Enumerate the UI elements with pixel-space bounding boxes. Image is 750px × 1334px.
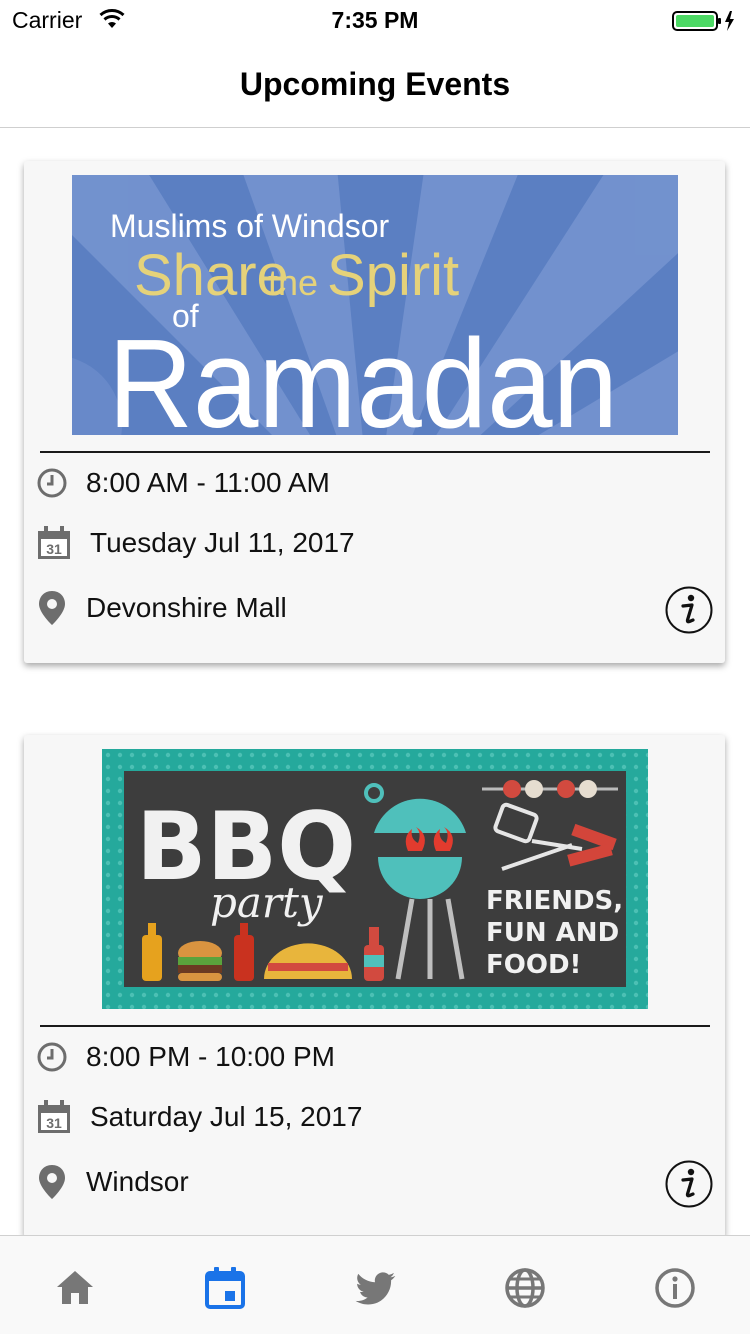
event-info-button[interactable] — [664, 1159, 714, 1209]
battery-icon — [672, 11, 734, 31]
event-date: Saturday Jul 15, 2017 — [90, 1101, 363, 1132]
location-pin-icon — [39, 591, 65, 625]
calendar-icon: 31 — [38, 1100, 70, 1133]
tab-calendar[interactable] — [203, 1266, 247, 1310]
event-banner-image: Muslims of Windsor Share the Spirit of R… — [72, 175, 678, 435]
event-location-row: Devonshire Mall — [36, 589, 287, 627]
event-location: Windsor — [86, 1166, 189, 1197]
tab-bar — [0, 1235, 750, 1334]
banner-tagline-1: FRIENDS, — [486, 886, 623, 916]
banner-ramadan-text: Ramadan — [108, 313, 618, 435]
events-list[interactable]: Muslims of Windsor Share the Spirit of R… — [0, 129, 750, 1235]
banner-org-text: Muslims of Windsor — [110, 208, 390, 244]
event-time: 8:00 PM - 10:00 PM — [86, 1041, 336, 1072]
tab-twitter[interactable] — [353, 1266, 397, 1310]
event-time-row: 8:00 AM - 11:00 AM — [36, 467, 330, 499]
event-location: Devonshire Mall — [86, 592, 287, 623]
clock-icon — [37, 468, 67, 498]
banner-party-text: party — [210, 878, 324, 927]
tab-home[interactable] — [53, 1266, 97, 1310]
event-banner-image: BBQ party FRIENDS, FUN AND FOOD! — [102, 749, 648, 1009]
card-divider — [40, 451, 710, 453]
calendar-icon: 31 — [38, 526, 70, 559]
event-card[interactable]: Muslims of Windsor Share the Spirit of R… — [24, 161, 725, 663]
event-info-button[interactable] — [664, 585, 714, 635]
banner-tagline-2: FUN AND — [486, 918, 619, 948]
clock-icon — [37, 1042, 67, 1072]
calendar-day-number: 31 — [46, 541, 62, 557]
event-time-row: 8:00 PM - 10:00 PM — [36, 1041, 335, 1073]
card-divider — [40, 1025, 710, 1027]
tab-globe[interactable] — [503, 1266, 547, 1310]
event-date-row: 31 Tuesday Jul 11, 2017 — [36, 525, 355, 561]
event-date-row: 31 Saturday Jul 15, 2017 — [36, 1099, 362, 1135]
calendar-day-number: 31 — [46, 1115, 62, 1131]
event-location-row: Windsor — [36, 1163, 189, 1201]
location-pin-icon — [39, 1165, 65, 1199]
page-title: Upcoming Events — [239, 66, 511, 102]
banner-share-text: Share — [134, 243, 289, 308]
banner-tagline-3: FOOD! — [486, 950, 581, 980]
status-bar: Carrier 7:35 PM — [0, 0, 750, 40]
event-date: Tuesday Jul 11, 2017 — [90, 527, 355, 558]
navigation-bar: Upcoming Events — [0, 40, 750, 128]
event-time: 8:00 AM - 11:00 AM — [86, 467, 330, 498]
banner-spirit-text: Spirit — [327, 243, 459, 308]
event-card[interactable]: BBQ party FRIENDS, FUN AND FOOD! 8:00 PM… — [24, 735, 725, 1235]
tab-info[interactable] — [653, 1266, 697, 1310]
clock: 7:35 PM — [331, 7, 419, 33]
banner-the-text: the — [268, 262, 318, 303]
